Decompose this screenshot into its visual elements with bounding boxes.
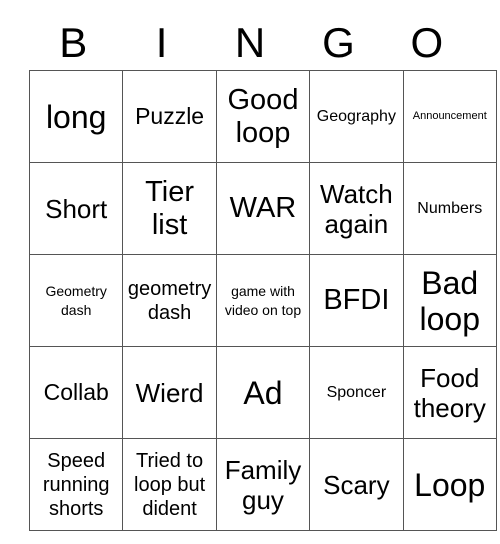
- bingo-cell-label: Wierd: [135, 377, 204, 408]
- bingo-cell[interactable]: Watch again: [309, 162, 404, 255]
- bingo-header-letter-n: N: [234, 19, 266, 66]
- bingo-cell[interactable]: Geometry dash: [28, 254, 124, 347]
- bingo-cell[interactable]: Good loop: [215, 70, 311, 163]
- bingo-cell-label: Announcement: [412, 110, 487, 122]
- bingo-cell-label: WAR: [229, 192, 297, 224]
- bingo-cell-label: Good loop: [227, 83, 299, 149]
- bingo-cell[interactable]: Announcement: [402, 70, 497, 163]
- bingo-cell-label: Bad loop: [419, 264, 481, 337]
- bingo-cell-label: Numbers: [417, 200, 483, 217]
- bingo-cell-label: Loop: [414, 466, 486, 503]
- bingo-cell-label: Family guy: [224, 454, 302, 515]
- bingo-cell[interactable]: Short: [28, 162, 124, 255]
- bingo-cell[interactable]: Loop: [402, 438, 497, 531]
- bingo-cell[interactable]: Bad loop: [402, 254, 497, 347]
- bingo-row: Short Tier list WAR Watch again Numbers: [28, 162, 497, 255]
- bingo-header-letter-g: G: [322, 19, 355, 66]
- bingo-cell[interactable]: Sponcer: [309, 346, 404, 439]
- bingo-cell[interactable]: Scary: [309, 438, 404, 531]
- bingo-row: Speed running shorts Tried to loop but d…: [28, 438, 497, 531]
- bingo-cell-label: BFDI: [323, 284, 390, 316]
- bingo-cell-label: Puzzle: [135, 103, 205, 129]
- bingo-cell[interactable]: Food theory: [402, 346, 497, 439]
- bingo-cell-label: Collab: [43, 379, 109, 405]
- bingo-cell[interactable]: geometry dash: [122, 254, 217, 347]
- bingo-header-letter-b: B: [59, 19, 88, 66]
- bingo-cell-label: Scary: [323, 469, 390, 500]
- bingo-cell[interactable]: Tier list: [122, 162, 217, 255]
- bingo-cell-label: game with video on top: [224, 282, 302, 318]
- bingo-cell-label: long: [45, 98, 107, 135]
- bingo-cell[interactable]: game with video on top: [215, 254, 311, 347]
- bingo-cell-label: Speed running shorts: [42, 449, 110, 520]
- bingo-cell[interactable]: Family guy: [215, 438, 311, 531]
- bingo-cell-label: Short: [45, 193, 108, 224]
- bingo-cell-label: Geometry dash: [45, 282, 107, 318]
- bingo-header-row: B I N G O: [29, 16, 471, 70]
- bingo-cell-label: Sponcer: [326, 384, 387, 401]
- bingo-cell-label: geometry dash: [127, 277, 212, 324]
- bingo-row: Collab Wierd Ad Sponcer Food theory: [28, 346, 497, 439]
- bingo-cell[interactable]: BFDI: [309, 254, 404, 347]
- bingo-cell[interactable]: Geography: [309, 70, 404, 163]
- bingo-header-letter-i: I: [155, 19, 168, 66]
- bingo-cell-label: Geography: [316, 108, 396, 125]
- bingo-grid: long Puzzle Good loop Geography Announce…: [28, 70, 497, 531]
- bingo-cell[interactable]: long: [28, 70, 124, 163]
- bingo-cell-label: Tier list: [145, 175, 195, 241]
- bingo-row: long Puzzle Good loop Geography Announce…: [28, 70, 497, 163]
- bingo-cell-label: Watch again: [320, 178, 393, 239]
- bingo-cell[interactable]: WAR: [215, 162, 311, 255]
- bingo-card: B I N G O long Puzzle Good loop Geograph…: [28, 16, 497, 531]
- bingo-cell[interactable]: Ad: [215, 346, 311, 439]
- bingo-cell[interactable]: Wierd: [122, 346, 217, 439]
- bingo-cell[interactable]: Collab: [28, 346, 124, 439]
- bingo-cell-label: Food theory: [413, 362, 486, 423]
- bingo-cell[interactable]: Puzzle: [122, 70, 217, 163]
- bingo-cell-label: Ad: [243, 374, 283, 411]
- bingo-cell[interactable]: Speed running shorts: [28, 438, 124, 531]
- bingo-cell[interactable]: Tried to loop but dident: [122, 438, 217, 531]
- bingo-header-letter-o: O: [410, 19, 444, 66]
- bingo-cell[interactable]: Numbers: [402, 162, 497, 255]
- bingo-row: Geometry dash geometry dash game with vi…: [28, 254, 497, 347]
- bingo-cell-label: Tried to loop but dident: [134, 449, 206, 520]
